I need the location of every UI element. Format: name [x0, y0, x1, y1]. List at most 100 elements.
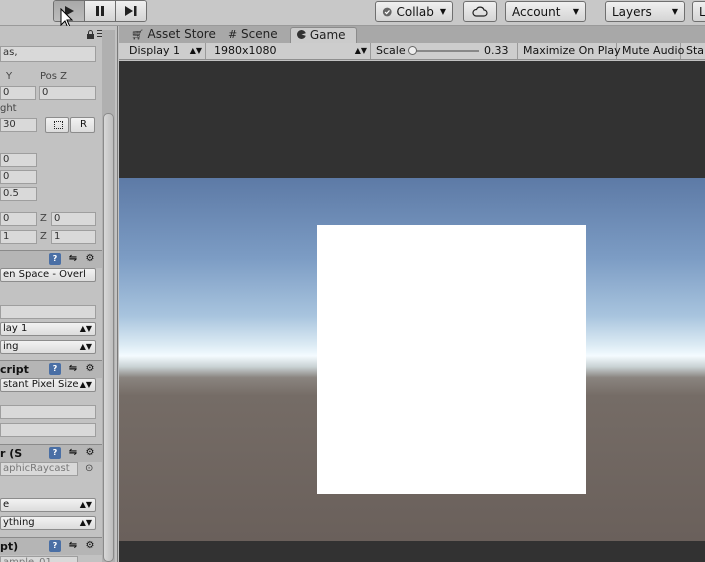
raycaster-script-field: aphicRaycast [0, 462, 78, 476]
step-button[interactable] [116, 1, 146, 21]
preset-sliders-icon[interactable]: ⇋ [67, 540, 79, 552]
tab-scene[interactable]: # Scene [222, 27, 284, 43]
scale-value: 0.33 [484, 44, 509, 57]
maximize-label: Maximize On Play [523, 44, 621, 57]
layers-dropdown[interactable]: Layers ▼ [605, 1, 685, 22]
cloud-button[interactable] [463, 1, 497, 22]
pos-y-field[interactable]: 0 [0, 86, 36, 100]
pivot-field[interactable]: 0.5 [0, 187, 37, 201]
rotation-z-label: Z [40, 213, 47, 224]
height-field[interactable]: 30 [0, 118, 37, 132]
preset-sliders-icon[interactable]: ⇋ [67, 253, 79, 265]
rotation-z-field[interactable]: 0 [51, 212, 96, 226]
tab-game[interactable]: Game [290, 27, 357, 43]
check-circle-icon [382, 7, 392, 16]
preset-sliders-icon[interactable]: ⇋ [67, 447, 79, 459]
ignore-reversed-value: e [3, 499, 10, 510]
layout-dropdown[interactable]: L [692, 1, 705, 22]
raw-edit-button[interactable]: R [70, 117, 95, 133]
collab-label: Collab [396, 4, 434, 19]
blueprint-mode-button[interactable] [45, 117, 69, 133]
layers-label: Layers [612, 4, 652, 19]
resolution-dropdown[interactable]: 1980x1080 ▲▼ [209, 43, 371, 59]
ui-scale-mode-value: stant Pixel Size [3, 379, 79, 390]
gear-icon[interactable]: ⚙ [84, 253, 96, 265]
help-book-icon[interactable]: ? [49, 447, 61, 459]
anchor-max-field[interactable]: 0 [0, 170, 37, 184]
gear-icon[interactable]: ⚙ [84, 447, 96, 459]
scale-label: Scale [376, 44, 406, 57]
target-display-value: lay 1 [3, 323, 28, 334]
blocking-mask-dropdown[interactable]: ything ▲▼ [0, 516, 96, 530]
pos-z-label: Pos Z [40, 71, 68, 82]
gear-icon[interactable]: ⚙ [84, 363, 96, 375]
dropdown-arrow-icon: ▲▼ [79, 324, 92, 333]
graphic-raycaster-header[interactable]: r (S ? ⇋ ⚙ [0, 444, 104, 462]
help-book-icon[interactable]: ? [49, 253, 61, 265]
canvas-scaler-header[interactable]: cript ? ⇋ ⚙ [0, 360, 104, 378]
dropdown-arrow-icon: ▲▼ [354, 46, 367, 55]
maximize-on-play-toggle[interactable]: Maximize On Play [518, 43, 621, 59]
pause-button[interactable] [85, 1, 116, 21]
display-value: Display 1 [129, 44, 181, 57]
game-view-toolbar: Display 1 ▲▼ 1980x1080 ▲▼ Scale 0.33 Max… [119, 43, 705, 60]
scale-slider-thumb[interactable] [408, 46, 417, 55]
stats-toggle[interactable]: Sta [681, 43, 705, 59]
scale-slider-track[interactable] [409, 50, 479, 52]
scale-z-field[interactable]: 1 [51, 230, 96, 244]
blocking-mask-value: ything [3, 517, 35, 528]
r-button-label: R [80, 119, 87, 130]
scale-factor-field[interactable] [0, 405, 96, 419]
ignore-reversed-dropdown[interactable]: e ▲▼ [0, 498, 96, 512]
object-picker-icon[interactable]: ⊙ [85, 463, 93, 474]
game-viewport[interactable] [119, 61, 705, 562]
resolution-value: 1980x1080 [214, 44, 277, 57]
inspector-scrollbar-thumb[interactable] [103, 113, 114, 562]
mute-audio-toggle[interactable]: Mute Audio [617, 43, 685, 59]
preset-sliders-icon[interactable]: ⇋ [67, 363, 79, 375]
lock-icon[interactable] [86, 30, 95, 39]
pause-icon [96, 6, 104, 16]
mute-label: Mute Audio [622, 44, 685, 57]
help-book-icon[interactable]: ? [49, 540, 61, 552]
display-dropdown[interactable]: Display 1 ▲▼ [124, 43, 206, 59]
render-mode-dropdown[interactable]: en Space - Overl [0, 268, 96, 282]
target-display-dropdown[interactable]: lay 1 ▲▼ [0, 322, 96, 336]
render-mode-value: en Space - Overl [3, 269, 86, 280]
script-component-header[interactable]: pt) ? ⇋ ⚙ [0, 537, 104, 555]
scale-control: Scale 0.33 [371, 43, 518, 59]
account-dropdown[interactable]: Account ▼ [505, 1, 586, 22]
anchor-min-field[interactable]: 0 [0, 153, 37, 167]
scale-z-label: Z [40, 231, 47, 242]
white-ui-panel [317, 225, 586, 494]
rotation-y-field[interactable]: 0 [0, 212, 37, 226]
tab-game-label: Game [309, 28, 346, 42]
dropdown-arrow-icon: ▲▼ [79, 380, 92, 389]
collab-button[interactable]: Collab ▼ [375, 1, 453, 22]
script-field: ample_01 [0, 556, 78, 562]
additional-channels-dropdown[interactable]: ing ▲▼ [0, 340, 96, 354]
cart-icon: 🛒︎ [131, 30, 144, 41]
script-component-title: pt) [0, 540, 19, 553]
grid-icon: # [228, 28, 238, 41]
dropdown-arrow-icon: ▼ [439, 7, 446, 16]
object-name-field[interactable]: as, [0, 46, 96, 62]
scale-y-field[interactable]: 1 [0, 230, 37, 244]
tab-asset-store-label: Asset Store [147, 27, 216, 41]
gear-icon[interactable]: ⚙ [84, 540, 96, 552]
dropdown-arrow-icon: ▼ [671, 7, 678, 16]
ui-scale-mode-dropdown[interactable]: stant Pixel Size ▲▼ [0, 378, 96, 392]
inspector-panel: as, Y Pos Z 0 0 ght 30 R 0 0 0.5 0 Z 0 1… [0, 26, 118, 562]
tab-asset-store[interactable]: 🛒︎ Asset Store [125, 27, 222, 43]
graphic-raycaster-title: r (S [0, 447, 23, 460]
empty-field[interactable] [0, 305, 96, 319]
help-book-icon[interactable]: ? [49, 363, 61, 375]
ref-pixels-field[interactable] [0, 423, 96, 437]
dropdown-arrow-icon: ▲▼ [79, 500, 92, 509]
pos-z-field[interactable]: 0 [39, 86, 96, 100]
canvas-component-header[interactable]: ? ⇋ ⚙ [0, 250, 104, 268]
height-label: ght [0, 103, 17, 114]
pos-y-label: Y [6, 71, 13, 82]
dropdown-arrow-icon: ▲▼ [189, 46, 202, 55]
cloud-icon [472, 6, 488, 17]
